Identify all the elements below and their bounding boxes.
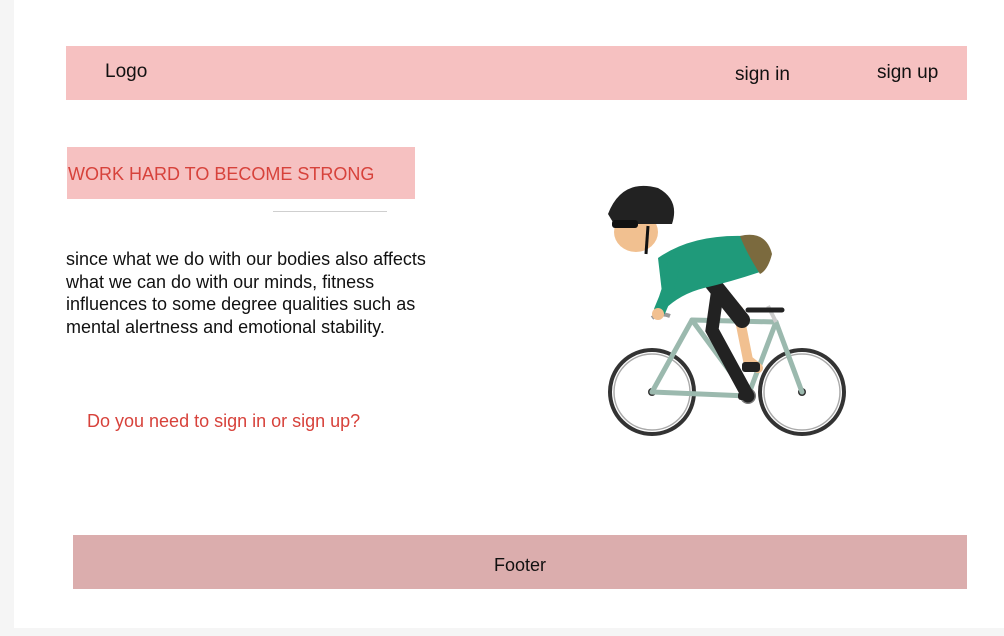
rider-head (608, 185, 675, 255)
hero-description: since what we do with our bodies also af… (66, 249, 426, 337)
logo[interactable]: Logo (105, 61, 147, 83)
cyclist-illustration (608, 185, 846, 436)
sign-in-or-sign-up-link[interactable]: Do you need to sign in or sign up? (87, 411, 360, 432)
rider-hand (652, 308, 664, 320)
footer-bar: Footer (73, 535, 967, 589)
header-bar: Logo sign in sign up (66, 46, 967, 100)
footer-label: Footer (493, 555, 547, 575)
hero-title: WORK HARD TO BECOME STRONG (68, 164, 375, 184)
sign-up-link[interactable]: sign up (877, 62, 938, 84)
hero-title-box: WORK HARD TO BECOME STRONG (67, 147, 415, 199)
divider (273, 211, 387, 212)
sign-in-link[interactable]: sign in (735, 64, 790, 86)
